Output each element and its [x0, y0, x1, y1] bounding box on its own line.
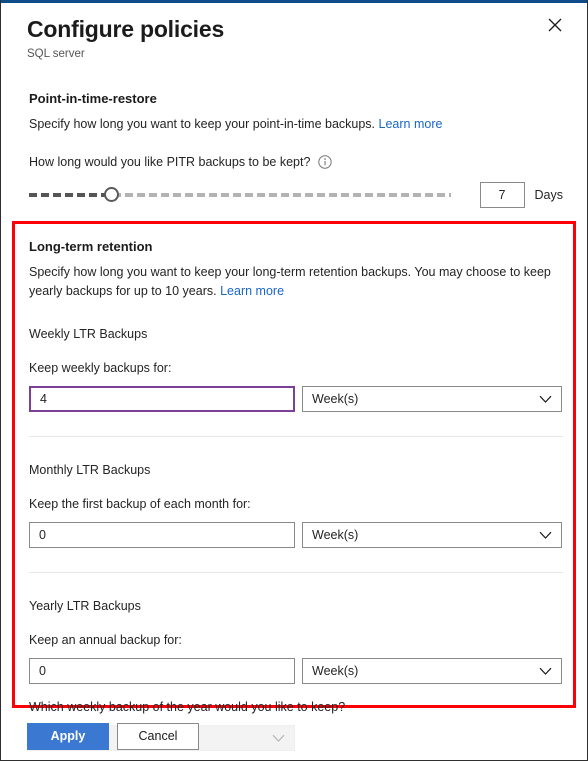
info-icon[interactable] [318, 155, 333, 169]
weekly-ltr-group: Weekly LTR Backups Keep weekly backups f… [29, 326, 563, 412]
section-divider-weekly-monthly [29, 436, 563, 437]
section-divider-monthly-yearly [29, 572, 563, 573]
monthly-ltr-group: Monthly LTR Backups Keep the first backu… [29, 462, 563, 548]
ltr-description-text: Specify how long you want to keep your l… [29, 265, 551, 298]
yearly-ltr-unit-select[interactable]: Week(s) [302, 658, 562, 684]
ltr-learn-more-link[interactable]: Learn more [220, 284, 284, 298]
slider-track-filled [29, 193, 113, 197]
pitr-days-input[interactable]: 7 [479, 182, 525, 208]
chevron-down-icon [272, 734, 285, 743]
dialog-header: Configure policies SQL server [1, 3, 587, 62]
close-button[interactable] [541, 11, 569, 39]
monthly-ltr-value-input[interactable] [29, 522, 295, 548]
yearly-ltr-value-input[interactable] [29, 658, 295, 684]
weekly-ltr-value-input[interactable] [29, 386, 295, 412]
monthly-ltr-unit-value: Week(s) [312, 528, 359, 542]
ltr-description: Specify how long you want to keep your l… [29, 263, 563, 301]
yearly-week-question: Which weekly backup of the year would yo… [29, 700, 346, 714]
pitr-description: Specify how long you want to keep your p… [29, 115, 563, 134]
cancel-button[interactable]: Cancel [117, 723, 199, 750]
weekly-ltr-question: Keep weekly backups for: [29, 361, 172, 375]
monthly-ltr-question: Keep the first backup of each month for: [29, 497, 251, 511]
monthly-ltr-title: Monthly LTR Backups [29, 463, 151, 477]
pitr-question-row: How long would you like PITR backups to … [29, 155, 563, 169]
monthly-ltr-unit-select[interactable]: Week(s) [302, 522, 562, 548]
dialog-footer: Apply Cancel [27, 723, 199, 750]
pitr-description-text: Specify how long you want to keep your p… [29, 117, 376, 131]
monthly-ltr-field-row: Week(s) [29, 522, 563, 548]
pitr-slider-row: 7 Days [29, 182, 563, 208]
pitr-days-unit-label: Days [534, 188, 563, 202]
pitr-heading: Point-in-time-restore [29, 91, 157, 106]
pitr-question-label: How long would you like PITR backups to … [29, 155, 311, 169]
weekly-ltr-title: Weekly LTR Backups [29, 327, 148, 341]
page-subtitle: SQL server [27, 48, 85, 60]
yearly-ltr-title: Yearly LTR Backups [29, 599, 141, 613]
yearly-ltr-unit-value: Week(s) [312, 664, 359, 678]
pitr-learn-more-link[interactable]: Learn more [379, 117, 443, 131]
ltr-heading: Long-term retention [29, 239, 153, 254]
yearly-ltr-question: Keep an annual backup for: [29, 633, 182, 647]
yearly-ltr-field-row: Week(s) [29, 658, 563, 684]
slider-thumb[interactable] [104, 187, 119, 202]
long-term-retention-section: Long-term retention Specify how long you… [29, 238, 563, 751]
page-title: Configure policies [27, 16, 225, 42]
weekly-ltr-field-row: Week(s) [29, 386, 563, 412]
configure-policies-dialog: Configure policies SQL server Point-in-t… [0, 0, 588, 761]
close-icon [548, 18, 562, 32]
pitr-retention-slider[interactable] [29, 185, 451, 205]
weekly-ltr-unit-select[interactable]: Week(s) [302, 386, 562, 412]
point-in-time-restore-section: Point-in-time-restore Specify how long y… [29, 90, 563, 208]
weekly-ltr-unit-value: Week(s) [312, 392, 359, 406]
apply-button[interactable]: Apply [27, 723, 109, 750]
chevron-down-icon [539, 531, 552, 540]
chevron-down-icon [539, 395, 552, 404]
chevron-down-icon [539, 667, 552, 676]
